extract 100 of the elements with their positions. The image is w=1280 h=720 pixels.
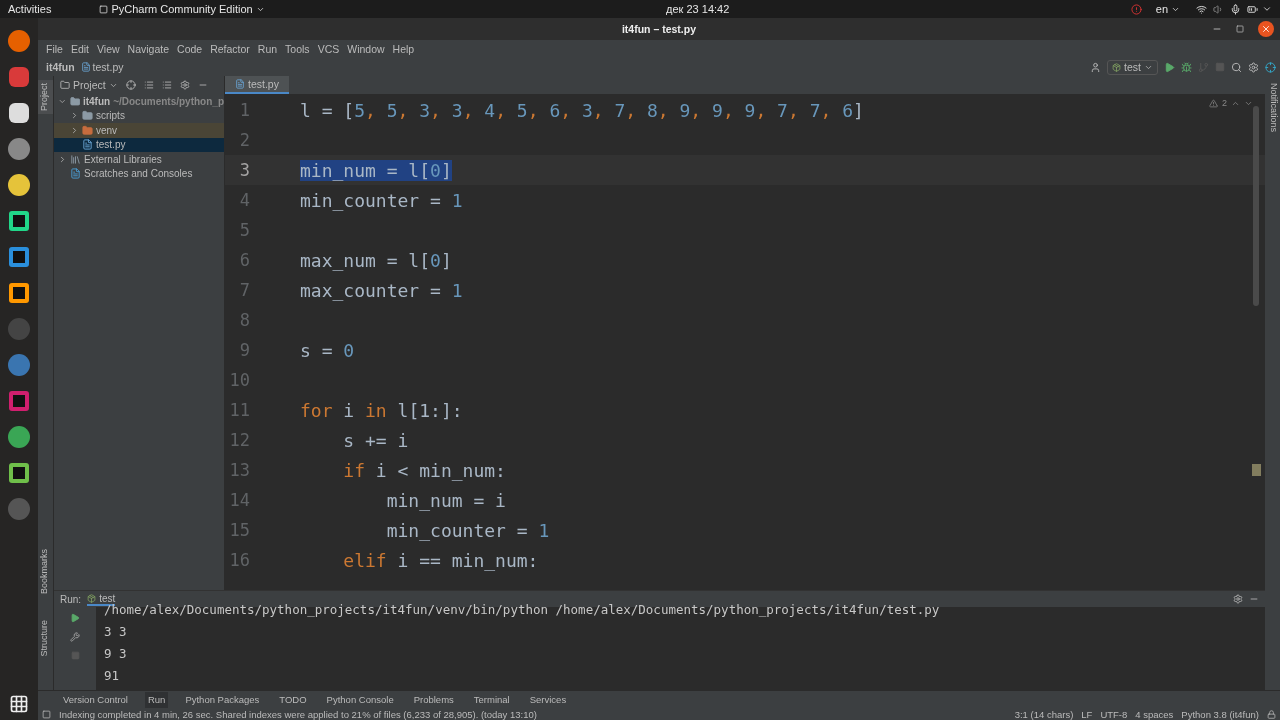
close-icon <box>1261 24 1271 34</box>
line-number: 15 <box>228 520 250 540</box>
scratch-icon <box>70 168 81 180</box>
user-icon[interactable] <box>1090 61 1102 73</box>
line-number: 16 <box>228 550 250 570</box>
output-line: 91 <box>104 667 121 685</box>
line-number: 5 <box>238 220 250 240</box>
code-line: l = [5, 5, 3, 3, 4, 5, 6, 3, 7, 8, 9, 9, 9, 7, 7, 6] <box>300 99 864 121</box>
menu-item[interactable]: View <box>93 43 124 55</box>
menu-item[interactable]: Run <box>253 43 282 55</box>
menu-item[interactable]: VCS <box>313 43 344 55</box>
code-line: min_num = i <box>385 489 506 511</box>
run-icon[interactable] <box>1164 61 1175 73</box>
tool-window-tab[interactable]: Bookmarks <box>38 546 53 598</box>
folder-icon <box>69 95 80 107</box>
menu-item[interactable]: File <box>42 43 67 55</box>
output-line: 3 3 <box>104 623 128 641</box>
line-number: 12 <box>228 430 250 450</box>
line-number: 7 <box>238 280 250 300</box>
code-line: min_counter = 1 <box>385 519 550 541</box>
run-label: Run: <box>60 593 82 605</box>
folder-icon <box>82 110 93 122</box>
app-grid-icon[interactable] <box>9 694 29 714</box>
tool-window-button[interactable]: Services <box>526 691 570 708</box>
menu-item[interactable]: Edit <box>66 43 93 55</box>
window-title: it4fun – test.py <box>621 23 697 35</box>
folder-icon <box>60 80 70 90</box>
tool-window-button[interactable]: Version Control <box>60 691 131 708</box>
line-number: 3 <box>238 160 250 180</box>
run-configuration[interactable]: test <box>1107 59 1158 75</box>
window-icon <box>99 4 109 14</box>
status-icon <box>1130 3 1142 15</box>
debug-icon[interactable] <box>1181 61 1192 73</box>
clock[interactable]: дек 23 14:42 <box>666 3 730 15</box>
menu-item[interactable]: Tools <box>281 43 314 55</box>
app-icon[interactable] <box>6 423 32 451</box>
warning-count[interactable]: 2 <box>1222 98 1227 108</box>
tool-window-tab[interactable]: Structure <box>38 617 53 660</box>
tree-item[interactable]: it4fun ~/Documents/python_p <box>54 94 224 109</box>
line-number: 6 <box>238 250 250 270</box>
restore-icon[interactable] <box>1236 25 1244 33</box>
menu-item[interactable]: Window <box>343 43 389 55</box>
tool-window-tab[interactable]: Notifications <box>1265 80 1280 136</box>
lock-icon[interactable] <box>1267 709 1276 719</box>
tool-window-button[interactable]: Run <box>144 691 169 708</box>
menu-item[interactable]: Refactor <box>206 43 254 55</box>
breadcrumb-item[interactable]: test.py <box>80 61 124 73</box>
status-item[interactable]: UTF-8 <box>1100 708 1128 720</box>
breadcrumb-item[interactable]: it4fun <box>46 61 75 73</box>
tool-window-button[interactable]: Problems <box>410 691 457 708</box>
line-number: 9 <box>238 340 250 360</box>
tool-window-button[interactable]: Python Packages <box>182 691 263 708</box>
status-item[interactable]: 4 spaces <box>1135 708 1174 720</box>
status-item[interactable]: 3:1 (14 chars) <box>1014 708 1074 720</box>
python-file-icon <box>82 139 93 151</box>
battery-icon <box>1247 3 1258 15</box>
code-line: max_counter = 1 <box>300 279 463 301</box>
menu-item[interactable]: Navigate <box>123 43 174 55</box>
line-number: 8 <box>238 310 250 330</box>
status-item[interactable]: Python 3.8 (it4fun) <box>1181 708 1259 720</box>
keyboard-layout[interactable]: en <box>1155 3 1180 15</box>
locate-icon[interactable] <box>125 80 136 90</box>
panel-toggle-icon[interactable] <box>42 709 51 719</box>
expand-all-icon[interactable] <box>143 80 154 90</box>
search-icon[interactable] <box>1231 61 1242 73</box>
menu-item[interactable]: Code <box>173 43 207 55</box>
menu-item[interactable]: Help <box>388 43 419 55</box>
line-number: 10 <box>228 370 250 390</box>
code-line: for i in l[1:]: <box>300 399 463 421</box>
warning-icon <box>1209 98 1218 108</box>
close-button[interactable] <box>1258 21 1274 37</box>
code-line: min_counter = 1 <box>300 189 463 211</box>
chevron-icon <box>58 154 67 164</box>
tree-item[interactable]: scripts <box>54 108 224 123</box>
tree-item[interactable]: venv <box>54 123 224 138</box>
wrench-icon[interactable] <box>70 632 80 642</box>
code-line: s += i <box>342 429 409 451</box>
tree-item[interactable]: Scratches and Consoles <box>54 166 224 181</box>
warning-marker <box>1252 464 1261 476</box>
panel-title[interactable]: Project <box>60 79 118 91</box>
app-menu[interactable]: PyCharm Community Edition <box>99 3 265 15</box>
line-number: 13 <box>228 460 250 480</box>
tool-window-button[interactable]: Terminal <box>470 691 513 708</box>
volume-icon <box>1213 3 1224 15</box>
collapse-all-icon[interactable] <box>161 80 172 90</box>
tool-window-tab[interactable]: Project <box>38 80 53 114</box>
editor-tab[interactable]: test.py <box>225 76 289 94</box>
python-file-icon <box>80 62 91 72</box>
tool-window-button[interactable]: TODO <box>276 691 310 708</box>
line-number: 14 <box>228 490 250 510</box>
activities-button[interactable]: Activities <box>8 3 52 15</box>
rerun-icon[interactable] <box>70 613 80 623</box>
tree-item[interactable]: External Libraries <box>54 152 224 167</box>
code-line: elif i == min_num: <box>342 549 539 571</box>
tool-window-button[interactable]: Python Console <box>323 691 397 708</box>
code-line: s = 0 <box>300 339 355 361</box>
folder-icon <box>82 124 93 136</box>
microphone-icon <box>1230 3 1241 15</box>
status-item[interactable]: LF <box>1081 708 1093 720</box>
app-icon[interactable] <box>6 171 32 199</box>
